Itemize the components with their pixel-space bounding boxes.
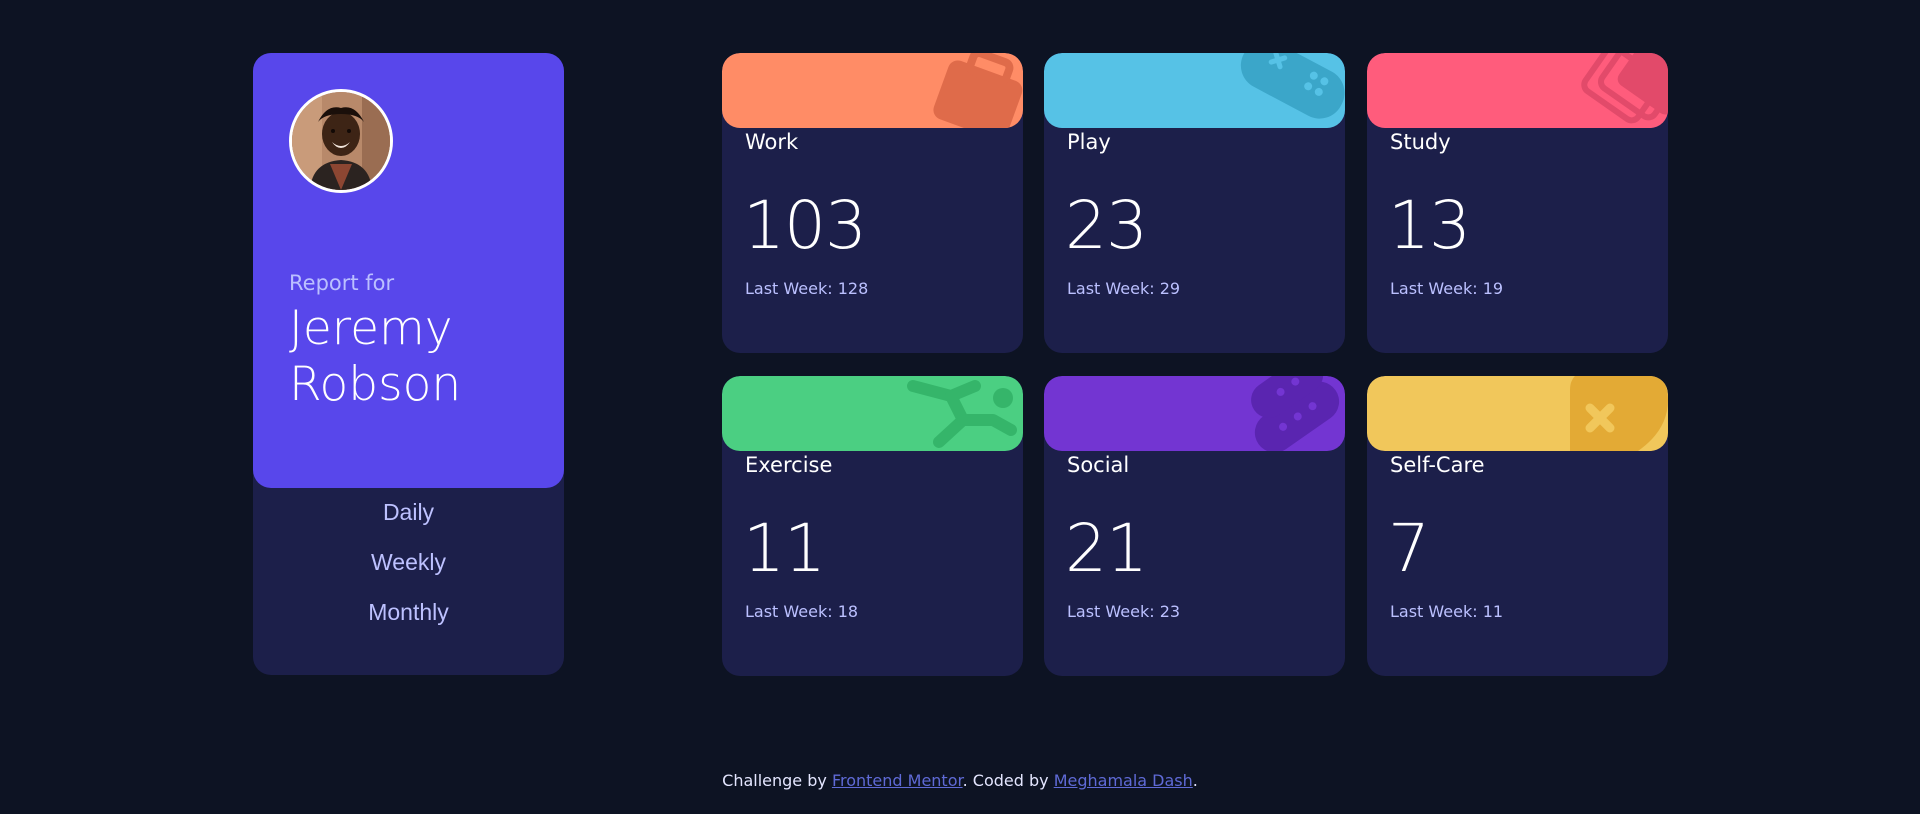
card-current-hours: 11 [743,510,826,587]
card-band-self-care [1367,376,1668,451]
avatar-image [292,92,390,190]
card-band-study [1367,53,1668,128]
report-for-label: Report for [289,271,395,295]
briefcase-icon [933,53,1023,128]
profile-card: Report for Jeremy Robson Daily Weekly Mo… [253,53,564,675]
card-title: Work [745,130,799,154]
game-controller-icon [1240,53,1345,119]
card-title: Social [1067,453,1130,477]
card-current-hours: 23 [1065,187,1148,264]
card-last-week: Last Week: 18 [745,602,859,621]
card-last-week: Last Week: 11 [1390,602,1504,621]
person-name: Jeremy Robson [289,301,462,412]
footer-suffix: . [1192,771,1198,790]
profile-header: Report for Jeremy Robson [253,53,564,488]
card-last-week: Last Week: 29 [1067,279,1181,298]
social-icon [1251,376,1340,451]
heart-bandage-icon [1570,376,1668,451]
card-last-week: Last Week: 23 [1067,602,1181,621]
book-icon [1581,53,1668,124]
card-title: Self-Care [1390,453,1485,477]
card-current-hours: 13 [1388,187,1471,264]
card-title: Play [1067,130,1111,154]
card-band-exercise [722,376,1023,451]
activity-card-social[interactable]: Social 21 Last Week: 23 [1044,376,1345,676]
period-weekly-option[interactable]: Weekly [253,549,564,576]
activity-card-self-care[interactable]: Self-Care 7 Last Week: 11 [1367,376,1668,676]
attribution-footer: Challenge by Frontend Mentor. Coded by M… [0,771,1920,790]
card-last-week: Last Week: 19 [1390,279,1504,298]
activity-card-exercise[interactable]: Exercise 11 Last Week: 18 [722,376,1023,676]
period-daily-option[interactable]: Daily [253,499,564,526]
footer-prefix: Challenge by [722,771,832,790]
footer-middle: . Coded by [962,771,1054,790]
card-band-social [1044,376,1345,451]
card-title: Study [1390,130,1451,154]
card-current-hours: 21 [1065,510,1148,587]
period-monthly-option[interactable]: Monthly [253,599,564,626]
running-person-icon [907,380,1017,448]
card-band-play [1044,53,1345,128]
card-last-week: Last Week: 128 [745,279,869,298]
card-current-hours: 7 [1388,510,1430,587]
activity-card-play[interactable]: Play 23 Last Week: 29 [1044,53,1345,353]
author-link[interactable]: Meghamala Dash [1054,771,1193,790]
frontend-mentor-link[interactable]: Frontend Mentor [832,771,963,790]
avatar [289,89,393,193]
activity-card-study[interactable]: Study 13 Last Week: 19 [1367,53,1668,353]
activity-card-work[interactable]: Work 103 Last Week: 128 [722,53,1023,353]
card-band-work [722,53,1023,128]
card-current-hours: 103 [743,187,867,264]
page: Report for Jeremy Robson Daily Weekly Mo… [0,0,1920,814]
card-title: Exercise [745,453,833,477]
